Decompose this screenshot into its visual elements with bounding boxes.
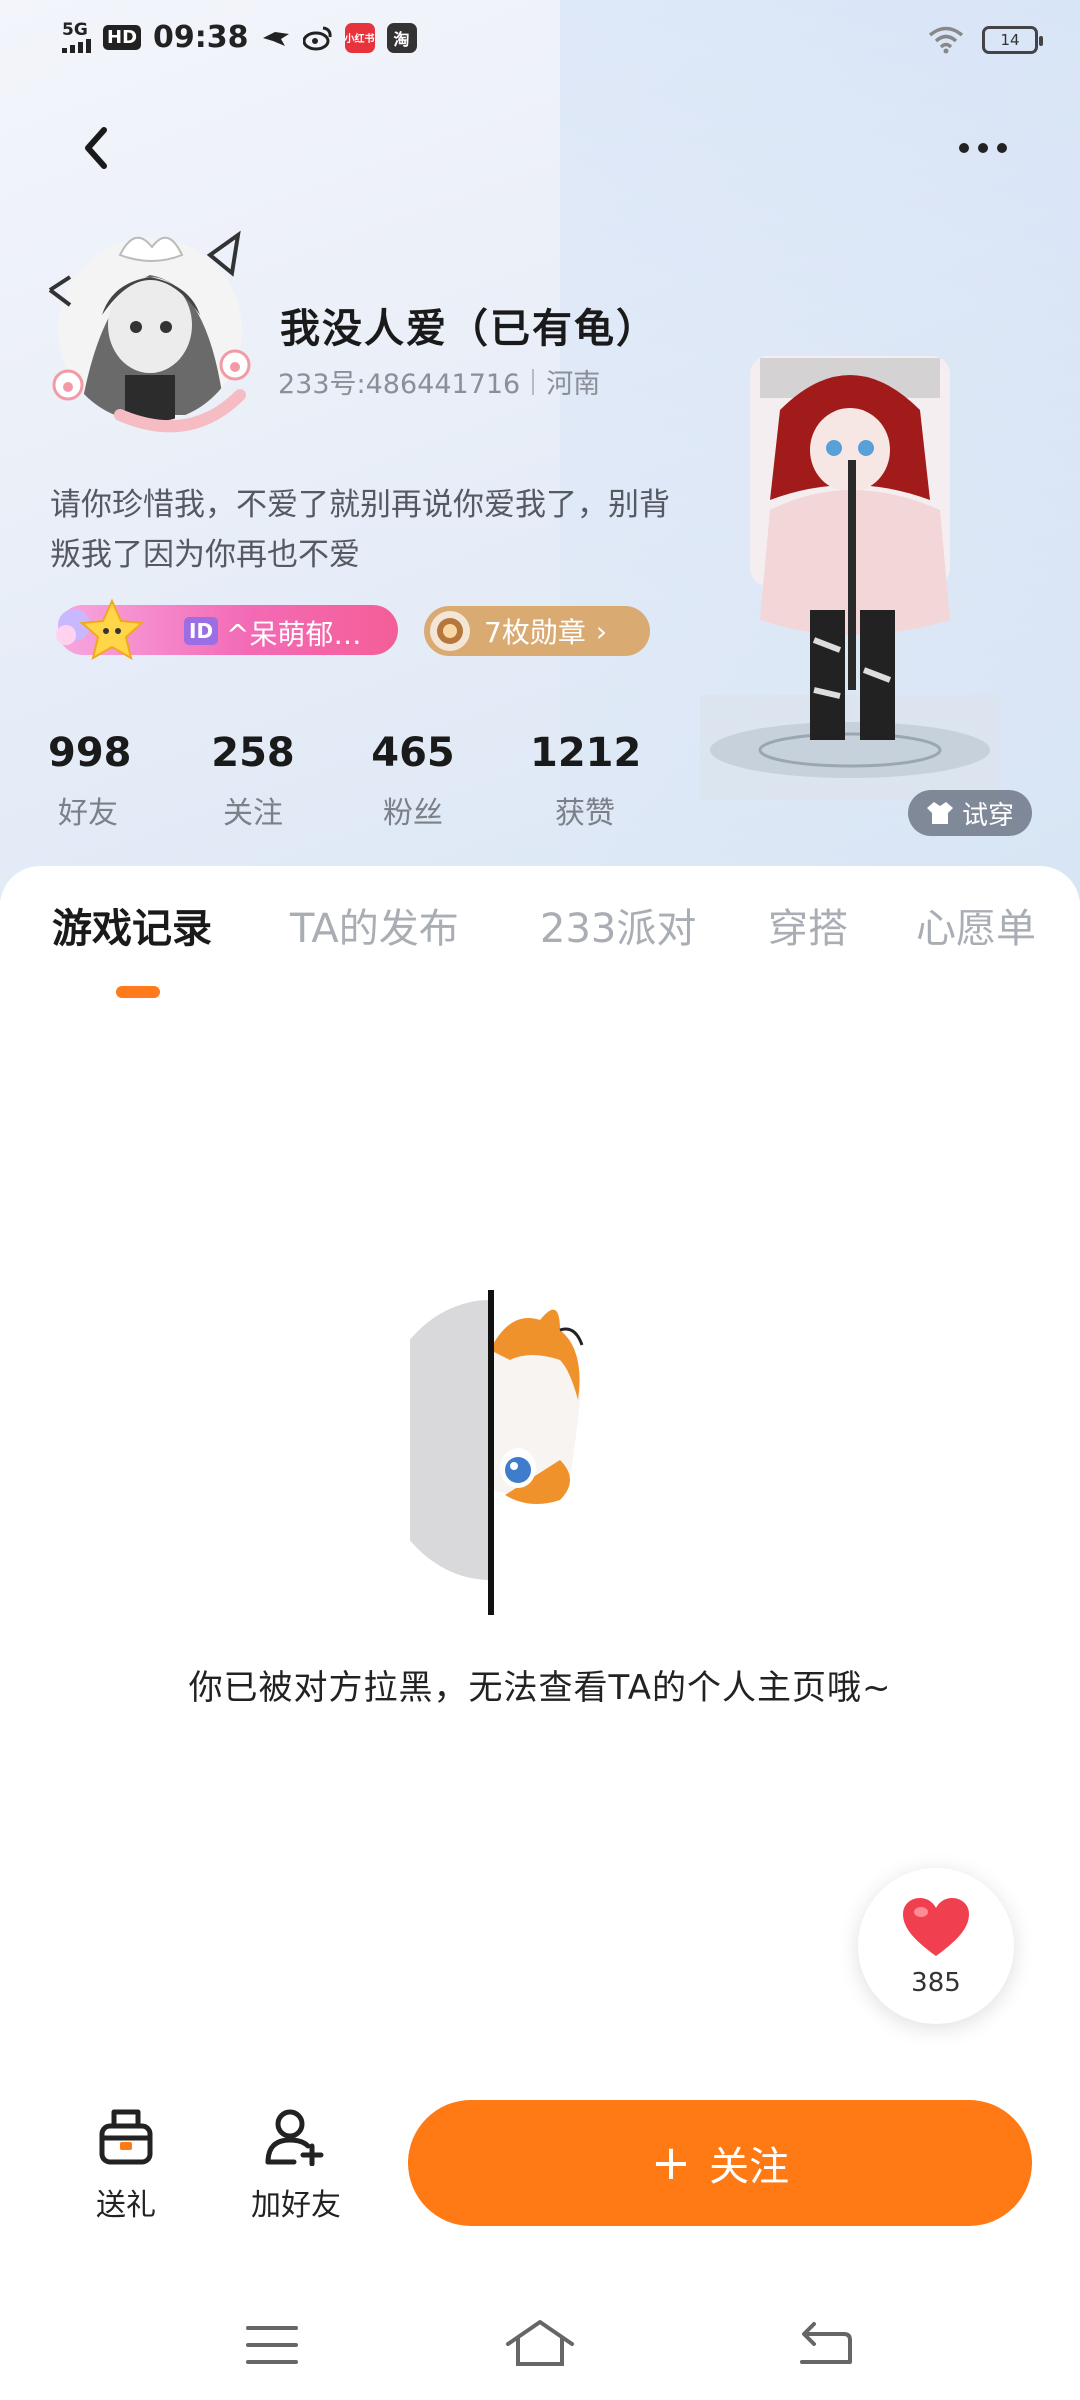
home-icon[interactable] (504, 2318, 576, 2368)
tab-game-records[interactable]: 游戏记录 (52, 896, 212, 954)
hd-icon: HD (103, 25, 142, 50)
medals-badge[interactable]: 7枚勋章 › (424, 606, 650, 656)
user-subinfo: 233号:486441716 河南 (278, 362, 600, 401)
chevron-right-icon: › (595, 614, 608, 648)
title-badge[interactable]: ID ^呆萌郁… (56, 598, 398, 661)
stats-row: 998 好友 258 关注 465 粉丝 1212 获赞 (0, 730, 700, 840)
add-user-icon (265, 2109, 324, 2167)
bird-icon (262, 31, 289, 46)
id-tag: ID (184, 617, 219, 645)
tab-233-party[interactable]: 233派对 (540, 896, 696, 954)
stat-following[interactable]: 258 关注 (208, 730, 298, 832)
gift-button[interactable]: 送礼 (84, 2108, 168, 2224)
clock: 09:38 (153, 20, 249, 55)
blocked-message: 你已被对方拉黑，无法查看TA的个人主页哦~ (188, 1668, 892, 1708)
user-avatar[interactable] (40, 215, 260, 435)
status-left: 5G HD 09:38 小红书 淘 (62, 20, 417, 55)
stat-label: 粉丝 (383, 796, 443, 831)
network-type: 5G (62, 20, 88, 40)
tab-bar: 游戏记录 TA的发布 233派对 穿搭 心愿单 (0, 896, 1080, 966)
back-button[interactable] (70, 120, 126, 176)
system-nav-bar (0, 2300, 1080, 2400)
medal-icon (430, 611, 470, 651)
active-tab-indicator (116, 986, 160, 998)
stat-friends[interactable]: 998 好友 (48, 730, 132, 832)
taobao-icon: 淘 (386, 22, 417, 53)
battery-icon: 14 (982, 26, 1043, 54)
plus-icon: + (650, 2135, 692, 2191)
battery-level: 14 (1000, 31, 1020, 49)
add-friend-label: 加好友 (251, 2188, 341, 2223)
follow-label: 关注 (709, 2144, 790, 2190)
stat-value: 1212 (530, 730, 642, 776)
user-bio: 请你珍惜我，不爱了就别再说你爱我了，别背叛我了因为你再也不爱 (50, 487, 670, 573)
stat-value: 465 (371, 730, 455, 776)
star-icon (56, 598, 145, 661)
like-button[interactable]: 385 (858, 1868, 1014, 2024)
peeking-character-illustration (410, 1290, 584, 1615)
username: 我没人爱（已有龟） (280, 306, 658, 352)
stat-value: 998 (48, 730, 132, 776)
wifi-icon (928, 26, 964, 54)
xiaohongshu-icon: 小红书 (344, 22, 375, 53)
stat-label: 关注 (223, 796, 283, 831)
stat-label: 好友 (58, 796, 118, 831)
stat-label: 获赞 (555, 796, 615, 831)
stat-value: 258 (211, 730, 295, 776)
tab-posts[interactable]: TA的发布 (290, 896, 459, 954)
divider (532, 368, 535, 395)
weibo-icon (302, 26, 332, 50)
badge-text: ^呆萌郁… (226, 618, 362, 651)
user-location: 河南 (546, 369, 601, 400)
stat-likes[interactable]: 1212 获赞 (530, 730, 642, 832)
status-right: 14 (928, 26, 1043, 54)
signal-icon: 5G (62, 22, 91, 53)
follow-button[interactable]: + 关注 (408, 2100, 1032, 2226)
user-id[interactable]: 233号:486441716 (278, 362, 520, 401)
menu-icon[interactable] (244, 2322, 300, 2368)
tab-wishlist[interactable]: 心愿单 (916, 896, 1036, 954)
avatar-3d-figure[interactable] (700, 350, 1030, 800)
heart-icon (903, 1898, 969, 1956)
gift-label: 送礼 (96, 2188, 156, 2223)
try-on-label: 试穿 (961, 800, 1014, 831)
back-nav-icon[interactable] (794, 2320, 854, 2368)
medals-count: 7枚勋章 (484, 616, 586, 649)
gift-icon (99, 2109, 153, 2165)
status-bar: 5G HD 09:38 小红书 淘 14 (0, 0, 1080, 80)
tab-outfits[interactable]: 穿搭 (768, 896, 848, 954)
try-on-button[interactable]: 试穿 (908, 790, 1032, 836)
stat-fans[interactable]: 465 粉丝 (368, 730, 458, 832)
add-friend-button[interactable]: 加好友 (246, 2108, 346, 2224)
more-options-button[interactable] (950, 130, 1016, 166)
like-count: 385 (911, 1968, 961, 1998)
shirt-icon (926, 802, 953, 824)
